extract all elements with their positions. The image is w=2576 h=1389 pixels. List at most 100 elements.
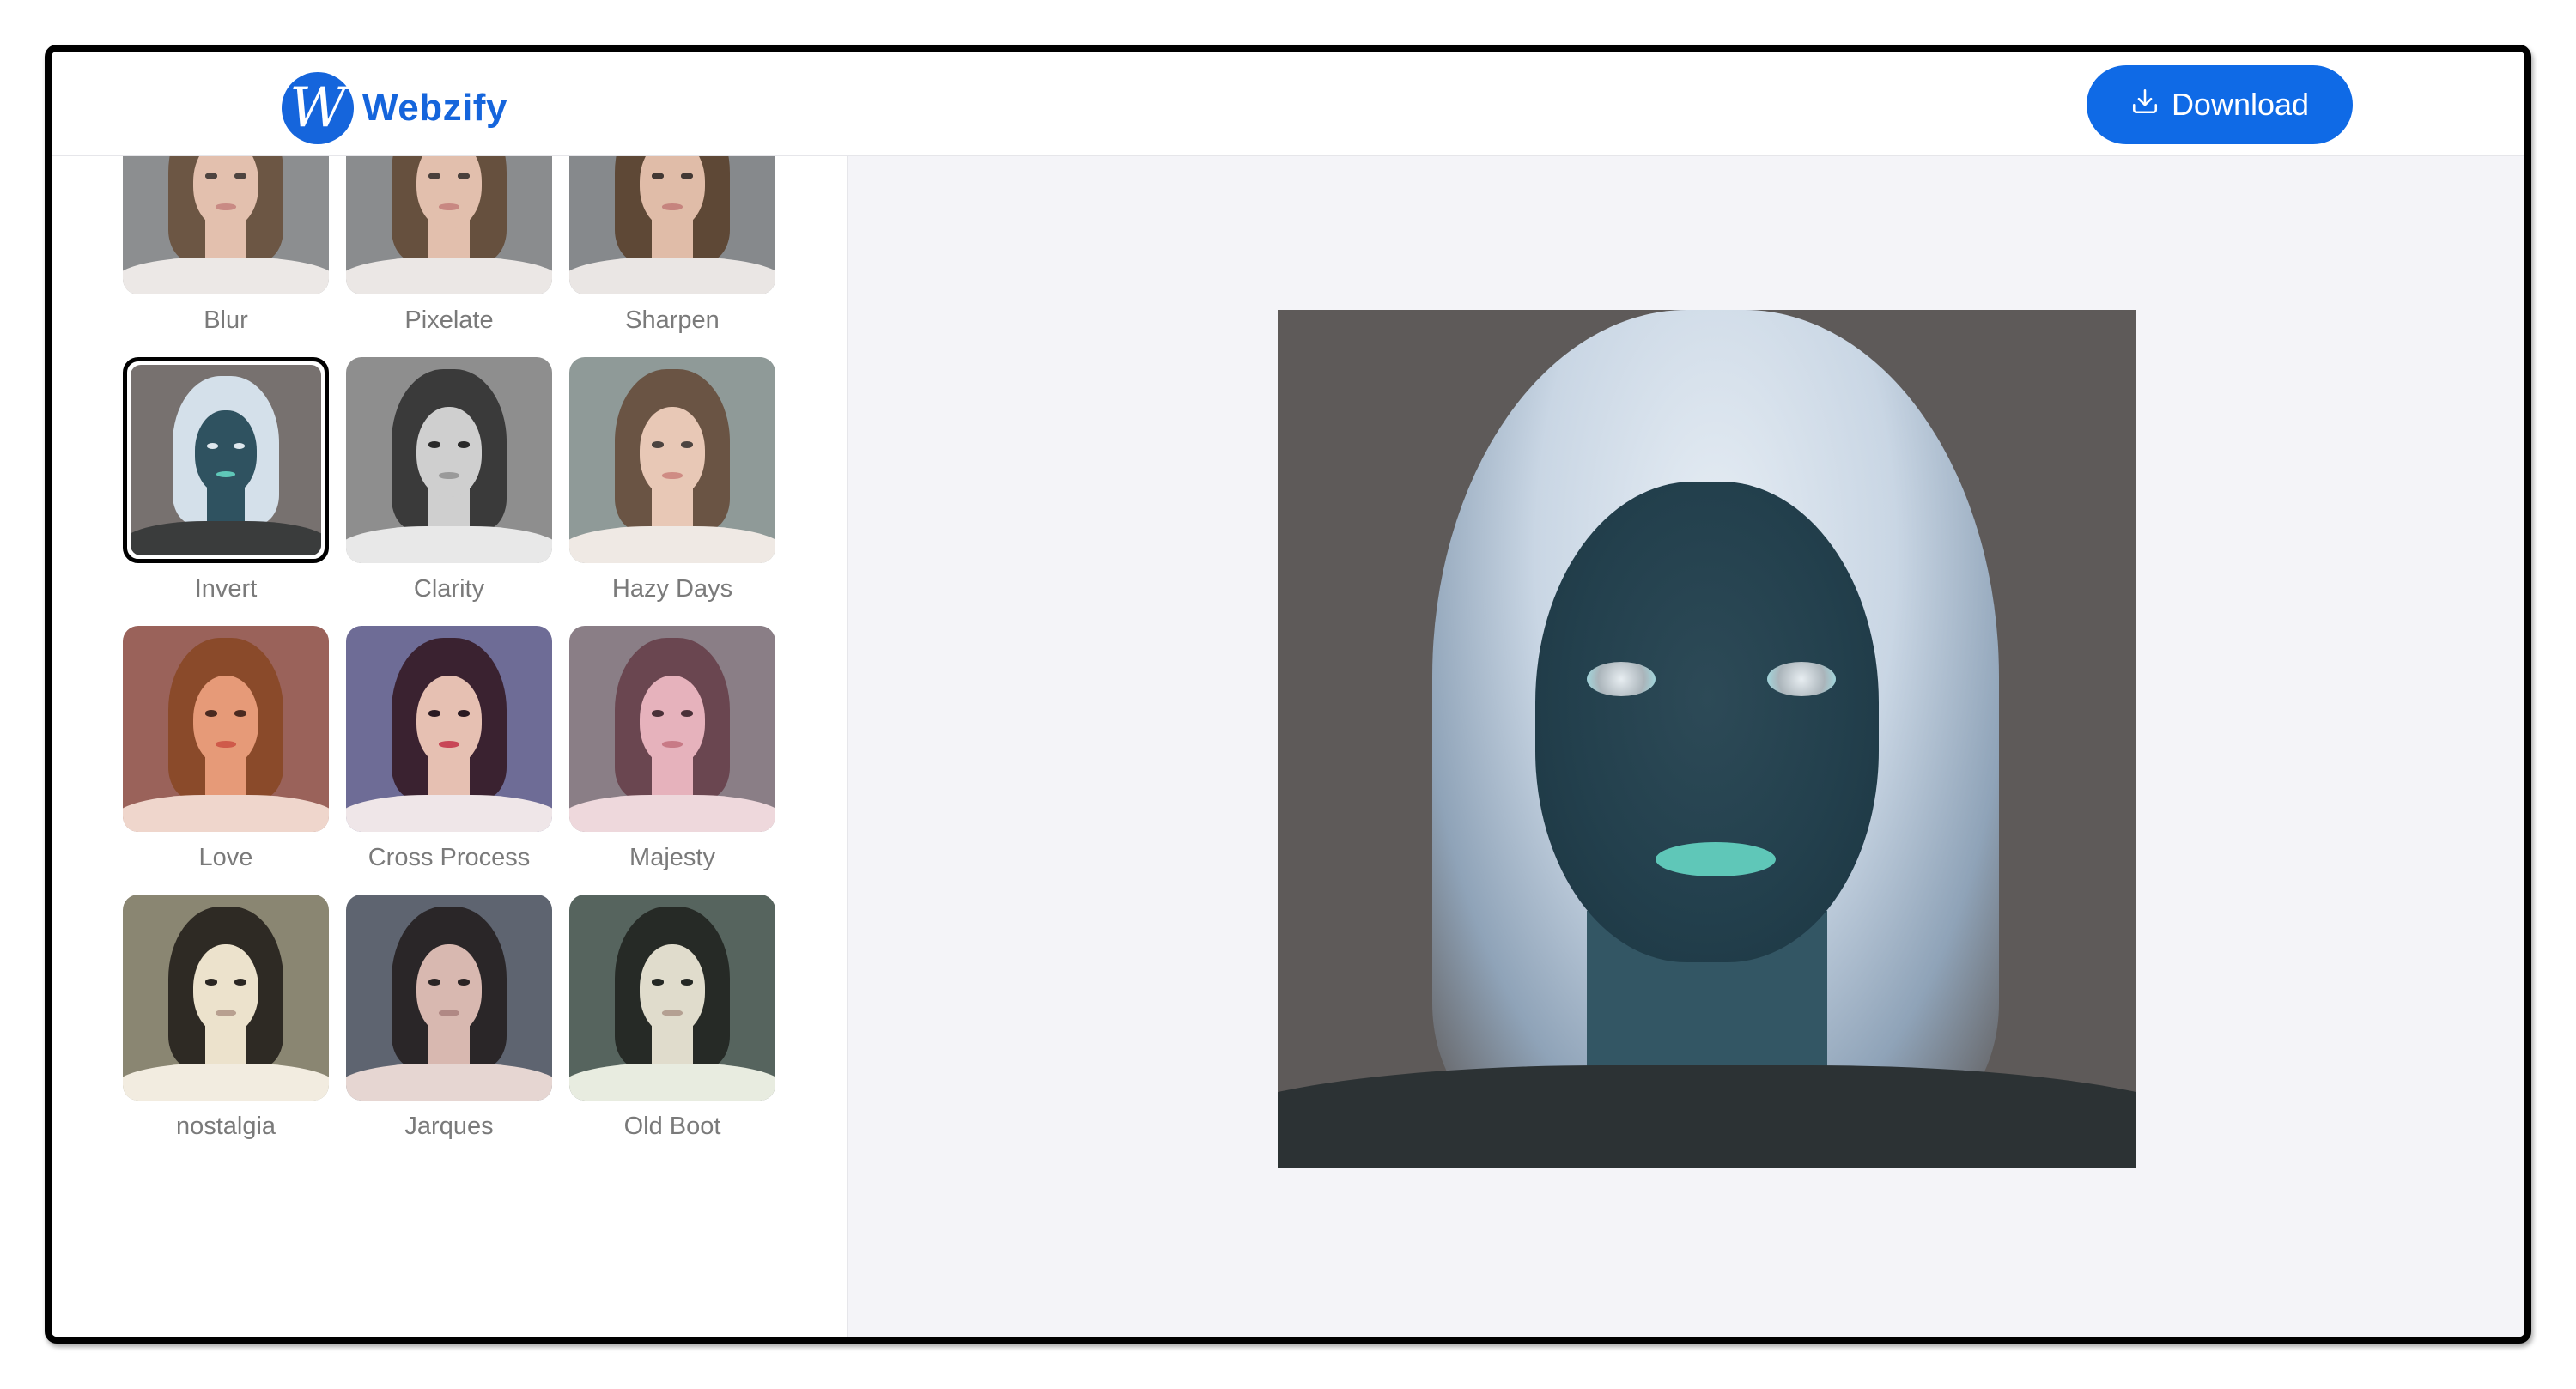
- filter-option-old-boot[interactable]: Old Boot: [569, 895, 775, 1163]
- portrait-eye-l: [428, 441, 441, 448]
- portrait-eye-l: [205, 173, 218, 179]
- portrait-lips: [662, 203, 683, 210]
- filter-label: Pixelate: [404, 306, 494, 334]
- portrait-lips: [662, 472, 683, 479]
- portrait-shirt: [123, 257, 329, 294]
- portrait-eye-r: [234, 710, 246, 717]
- portrait-eye-r: [680, 441, 693, 448]
- portrait-eye-l: [206, 443, 219, 449]
- portrait-shirt: [346, 794, 552, 832]
- portrait-eye-r: [457, 173, 470, 179]
- portrait-lips: [216, 471, 236, 477]
- portrait-shirt: [123, 794, 329, 832]
- thumbnail-image: [569, 357, 775, 563]
- filter-option-majesty[interactable]: Majesty: [569, 626, 775, 895]
- portrait-eye-l: [652, 979, 665, 986]
- portrait-shirt: [569, 525, 775, 563]
- filter-option-jarques[interactable]: Jarques: [346, 895, 552, 1163]
- thumbnail-image: [346, 357, 552, 563]
- filter-label: Sharpen: [625, 306, 720, 334]
- preview-image: [1278, 310, 2136, 1168]
- thumbnail-image: [346, 156, 552, 294]
- portrait-eye-l: [652, 710, 665, 717]
- filter-thumbnail[interactable]: [346, 357, 552, 563]
- download-button[interactable]: Download: [2087, 65, 2353, 144]
- portrait-lips: [216, 741, 236, 748]
- portrait-lips: [216, 1010, 236, 1016]
- filter-thumbnail[interactable]: [123, 156, 329, 294]
- portrait-shirt: [123, 1063, 329, 1101]
- portrait-face: [416, 406, 483, 498]
- portrait-eye-r: [233, 443, 246, 449]
- preview-face: [1535, 482, 1879, 962]
- thumbnail-image: [123, 626, 329, 832]
- filter-label: Invert: [194, 575, 258, 603]
- portrait-face: [192, 943, 259, 1035]
- portrait-eye-r: [234, 173, 246, 179]
- filter-thumbnail[interactable]: [123, 357, 329, 563]
- filter-option-pixelate[interactable]: Pixelate: [346, 156, 552, 357]
- filter-thumbnail[interactable]: [569, 357, 775, 563]
- portrait-eye-l: [428, 173, 441, 179]
- filter-thumbnail[interactable]: [346, 626, 552, 832]
- filter-option-blur[interactable]: Blur: [123, 156, 329, 357]
- logo-text: Webzify: [362, 87, 507, 129]
- filter-option-clarity[interactable]: Clarity: [346, 357, 552, 626]
- thumbnail-image: [346, 626, 552, 832]
- filter-label: Hazy Days: [611, 575, 733, 603]
- filter-option-hazy-days[interactable]: Hazy Days: [569, 357, 775, 626]
- portrait-eye-l: [205, 710, 218, 717]
- header: W Webzify Download: [52, 52, 2524, 156]
- filter-thumbnail[interactable]: [346, 895, 552, 1101]
- portrait-lips: [439, 1010, 459, 1016]
- portrait-eye-l: [652, 441, 665, 448]
- portrait-face: [416, 675, 483, 767]
- filter-label: Cross Process: [368, 844, 531, 871]
- portrait-eye-r: [680, 710, 693, 717]
- filter-option-invert[interactable]: Invert: [123, 357, 329, 626]
- filter-label: Old Boot: [623, 1113, 721, 1140]
- portrait-eye-r: [234, 979, 246, 986]
- preview-shirt: [1278, 1065, 2136, 1168]
- portrait-lips: [662, 741, 683, 748]
- thumbnail-image: [569, 895, 775, 1101]
- portrait-eye-r: [457, 441, 470, 448]
- filter-thumbnail[interactable]: [569, 895, 775, 1101]
- download-label: Download: [2171, 87, 2310, 122]
- preview-lips: [1656, 842, 1776, 876]
- logo[interactable]: W Webzify: [282, 72, 507, 144]
- preview-eye-right: [1767, 662, 1836, 696]
- thumbnail-image: [569, 156, 775, 294]
- filter-option-sharpen[interactable]: Sharpen: [569, 156, 775, 357]
- portrait-lips: [439, 741, 459, 748]
- portrait-lips: [216, 203, 236, 210]
- portrait-shirt: [569, 794, 775, 832]
- filter-thumbnail[interactable]: [123, 895, 329, 1101]
- filter-label: Blur: [204, 306, 248, 334]
- portrait-eye-r: [457, 979, 470, 986]
- filter-thumbnail[interactable]: [569, 626, 775, 832]
- portrait-eye-l: [428, 710, 441, 717]
- filter-option-love[interactable]: Love: [123, 626, 329, 895]
- filter-label: nostalgia: [175, 1113, 276, 1140]
- portrait-eye-r: [457, 710, 470, 717]
- filter-option-cross-process[interactable]: Cross Process: [346, 626, 552, 895]
- filter-thumbnail[interactable]: [346, 156, 552, 294]
- filter-label: Love: [198, 844, 253, 871]
- portrait-face: [195, 410, 257, 494]
- thumbnail-image: [569, 626, 775, 832]
- portrait-eye-l: [428, 979, 441, 986]
- portrait-face: [192, 675, 259, 767]
- thumbnail-image: [131, 365, 321, 555]
- filter-option-nostalgia[interactable]: nostalgia: [123, 895, 329, 1163]
- thumbnail-image: [123, 895, 329, 1101]
- portrait-eye-l: [205, 979, 218, 986]
- portrait-shirt: [346, 525, 552, 563]
- filter-label: Majesty: [629, 844, 715, 871]
- portrait-lips: [439, 203, 459, 210]
- portrait-shirt: [569, 257, 775, 294]
- filter-thumbnail[interactable]: [569, 156, 775, 294]
- filter-sidebar[interactable]: SaturationContrastLomoBlurPixelateSharpe…: [52, 156, 848, 1337]
- filter-thumbnail[interactable]: [123, 626, 329, 832]
- preview-canvas: [848, 156, 2524, 1337]
